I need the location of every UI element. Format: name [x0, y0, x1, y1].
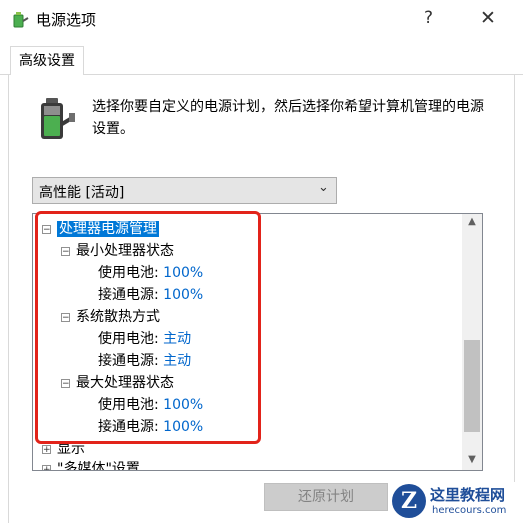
window-title: 电源选项 — [36, 11, 97, 29]
watermark-title: 这里教程网 — [430, 486, 506, 504]
scroll-thumb[interactable] — [464, 340, 480, 432]
power-plan-value: 高性能 [活动] — [39, 185, 125, 201]
description-text: 选择你要自定义的电源计划，然后选择你希望计算机管理的电源设置。 — [92, 99, 484, 137]
title-bar: 电源选项 ? ✕ — [0, 0, 523, 38]
expand-icon[interactable]: + — [42, 444, 51, 454]
expand-icon[interactable]: + — [42, 464, 51, 470]
watermark-url: herecours.com — [432, 505, 507, 516]
battery-plug-icon — [41, 98, 75, 139]
watermark-logo-icon: Z — [392, 484, 426, 518]
tree-item-multimedia[interactable]: + "多媒体"设置 — [42, 459, 140, 471]
highlight-box — [35, 211, 261, 444]
power-options-icon — [13, 12, 29, 28]
tree-item-label: "多媒体"设置 — [57, 461, 140, 471]
power-plan-select[interactable]: 高性能 [活动] ⌄ — [32, 177, 337, 204]
help-button[interactable]: ? — [424, 8, 433, 28]
scroll-down-icon[interactable]: ▼ — [462, 454, 482, 465]
chevron-down-icon: ⌄ — [318, 180, 329, 195]
close-button[interactable]: ✕ — [480, 7, 496, 29]
watermark: Z 这里教程网 herecours.com — [392, 482, 523, 523]
tree-scrollbar[interactable]: ▲ ▼ — [462, 214, 482, 470]
tab-advanced-settings[interactable]: 高级设置 — [10, 46, 84, 75]
scroll-up-icon[interactable]: ▲ — [462, 216, 482, 227]
restore-plan-defaults-button[interactable]: 还原计划 — [264, 483, 388, 511]
